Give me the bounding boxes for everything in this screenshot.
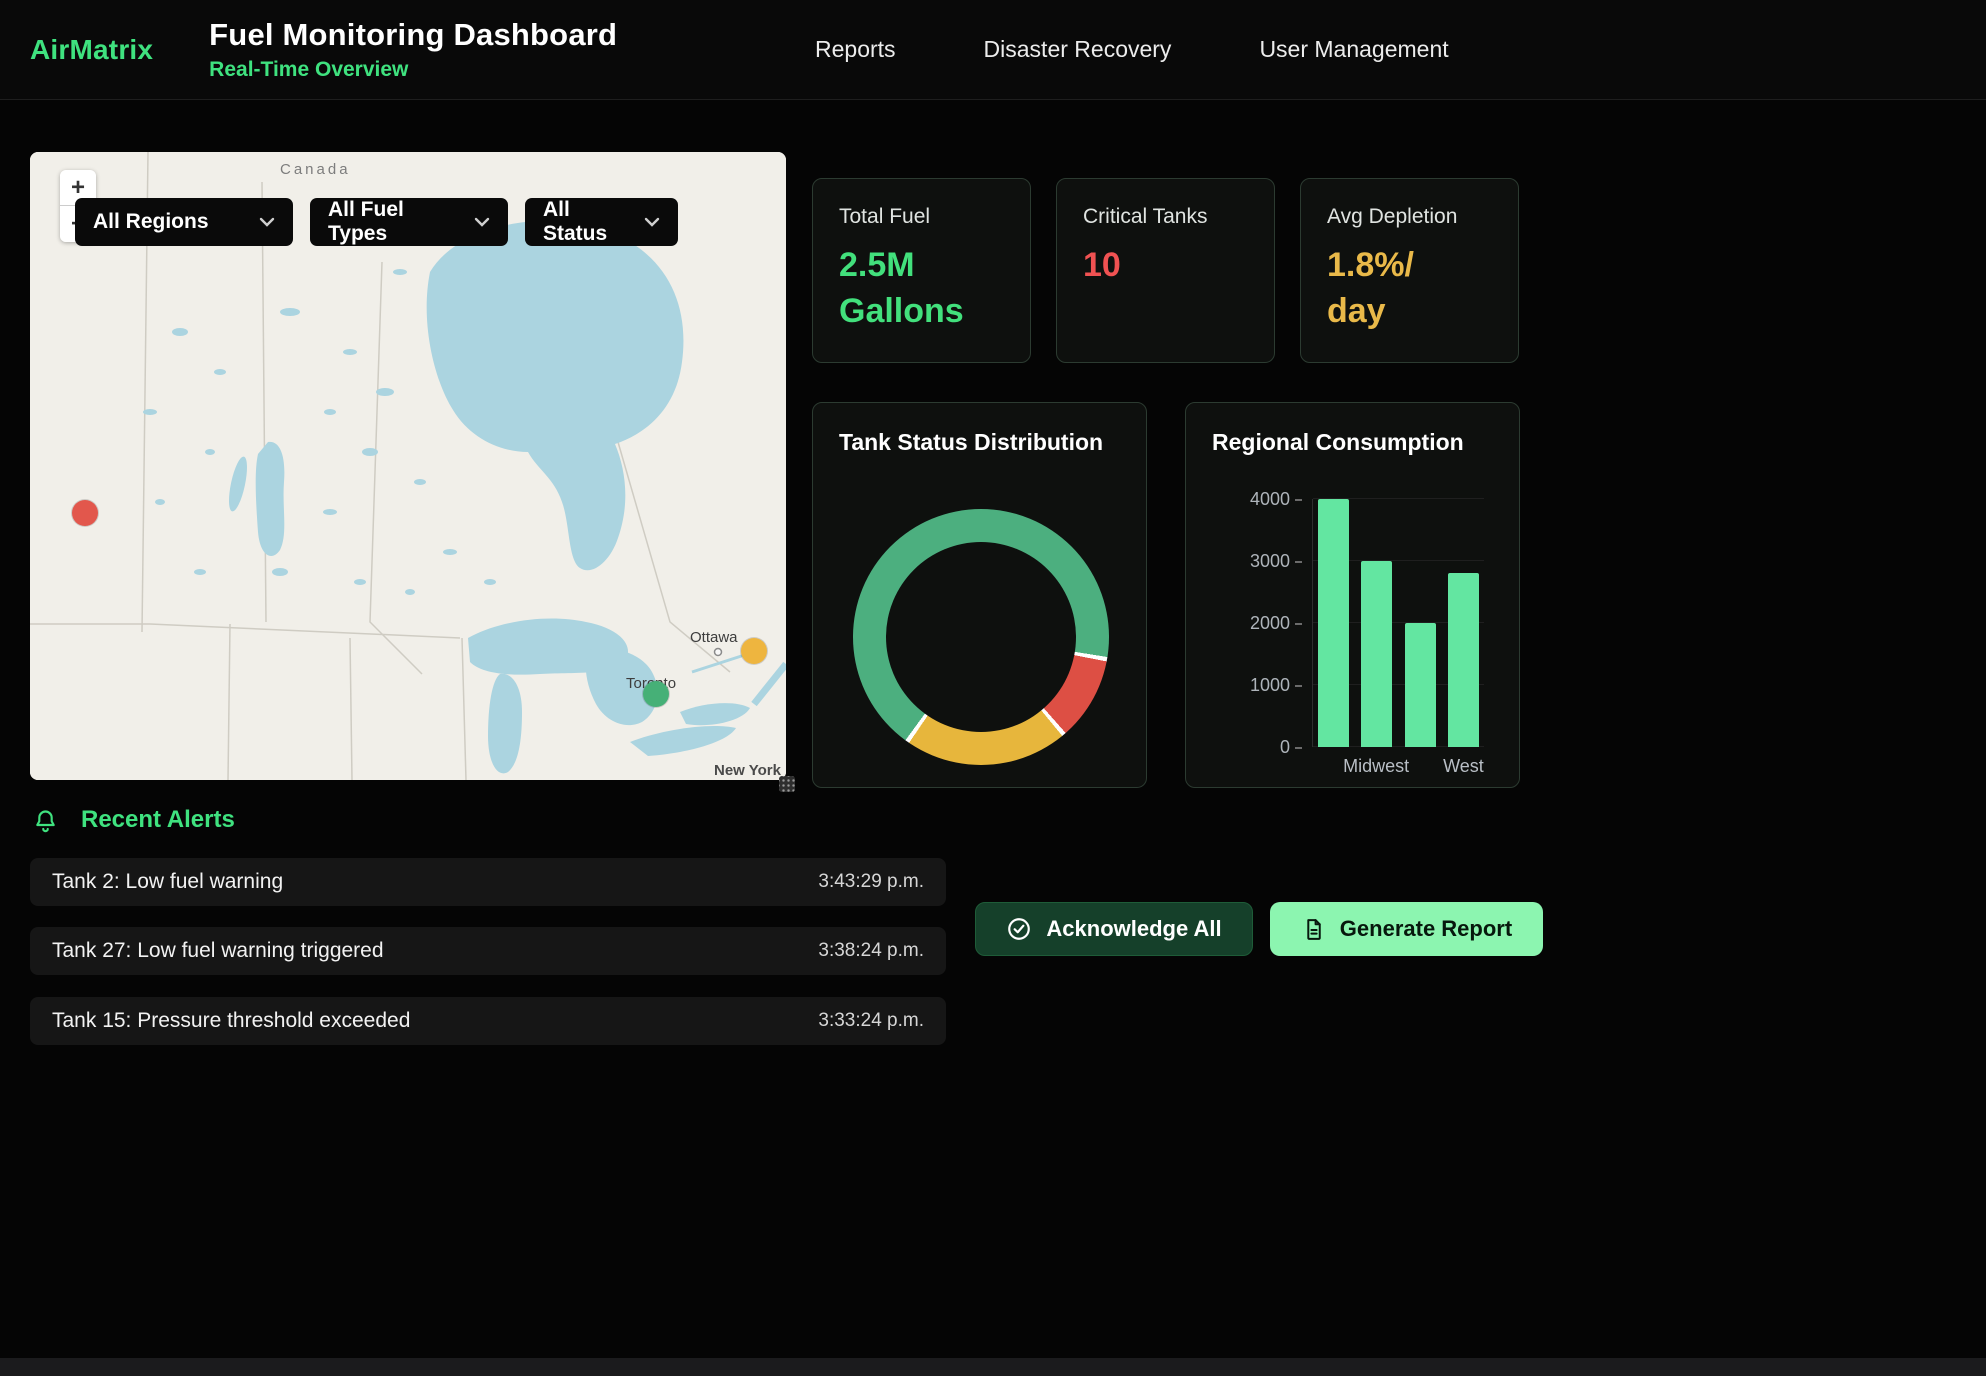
regional-consumption-card: Regional Consumption 01000200030004000 M… xyxy=(1185,402,1520,788)
chevron-down-icon xyxy=(259,217,275,227)
nav-disaster-recovery[interactable]: Disaster Recovery xyxy=(984,36,1172,63)
nav-user-management[interactable]: User Management xyxy=(1259,36,1448,63)
alerts-heading-label: Recent Alerts xyxy=(81,806,235,834)
page-subtitle: Real-Time Overview xyxy=(209,58,617,82)
stat-value-line: Gallons xyxy=(839,289,1004,335)
stat-card: Avg Depletion 1.8%/ day xyxy=(1300,178,1519,363)
y-tick-label: 3000 xyxy=(1250,552,1290,570)
check-circle-icon xyxy=(1006,916,1032,942)
bar-2 xyxy=(1361,561,1392,747)
acknowledge-all-button[interactable]: Acknowledge All xyxy=(975,902,1253,956)
brand-logo[interactable]: AirMatrix xyxy=(30,34,153,66)
x-axis-labels: Midwest West xyxy=(1312,756,1484,777)
fuel-type-filter-value: All Fuel Types xyxy=(328,198,460,246)
status-filter-value: All Status xyxy=(543,198,630,246)
region-filter-dropdown[interactable]: All Regions xyxy=(75,198,293,246)
main-nav: Reports Disaster Recovery User Managemen… xyxy=(815,0,1449,99)
alert-time: 3:38:24 p.m. xyxy=(818,940,924,962)
bell-icon xyxy=(32,807,59,834)
alerts-heading: Recent Alerts xyxy=(32,806,235,834)
y-tick-label: 0 xyxy=(1280,738,1290,756)
bar-4 xyxy=(1448,573,1479,747)
document-icon xyxy=(1301,917,1326,942)
stat-value-line: 10 xyxy=(1083,243,1248,289)
tank-status-donut xyxy=(853,509,1109,765)
app-header: AirMatrix Fuel Monitoring Dashboard Real… xyxy=(0,0,1986,100)
region-filter-value: All Regions xyxy=(93,210,209,234)
stat-card: Critical Tanks 10 xyxy=(1056,178,1275,363)
map-filter-bar: All Regions All Fuel Types All Status xyxy=(75,198,678,246)
map-markers xyxy=(30,152,786,780)
alert-message: Tank 15: Pressure threshold exceeded xyxy=(52,1009,410,1033)
stat-value-total-fuel: 2.5M Gallons xyxy=(839,243,1004,335)
fuel-monitoring-dashboard: AirMatrix Fuel Monitoring Dashboard Real… xyxy=(0,0,1986,1376)
generate-report-label: Generate Report xyxy=(1340,916,1512,942)
alert-row[interactable]: Tank 2: Low fuel warning 3:43:29 p.m. xyxy=(30,858,946,906)
x-category-label: Midwest xyxy=(1361,756,1392,777)
map-marker-critical[interactable] xyxy=(72,500,98,526)
alert-message: Tank 27: Low fuel warning triggered xyxy=(52,939,384,963)
stat-label-critical-tanks: Critical Tanks xyxy=(1083,205,1248,229)
map-marker-normal[interactable] xyxy=(643,681,669,707)
bar-1 xyxy=(1318,499,1349,747)
stat-label-avg-depletion: Avg Depletion xyxy=(1327,205,1492,229)
stat-value-line: day xyxy=(1327,289,1492,335)
generate-report-button[interactable]: Generate Report xyxy=(1270,902,1543,956)
map-marker-warning[interactable] xyxy=(741,638,767,664)
stat-value-avg-depletion: 1.8%/ day xyxy=(1327,243,1492,335)
alert-row[interactable]: Tank 27: Low fuel warning triggered 3:38… xyxy=(30,927,946,975)
y-tick-label: 4000 xyxy=(1250,490,1290,508)
acknowledge-all-label: Acknowledge All xyxy=(1046,916,1221,942)
y-axis: 01000200030004000 xyxy=(1226,499,1304,747)
alert-message: Tank 2: Low fuel warning xyxy=(52,870,283,894)
bar-3 xyxy=(1405,623,1436,747)
chevron-down-icon xyxy=(474,217,490,227)
chevron-down-icon xyxy=(644,217,660,227)
fuel-type-filter-dropdown[interactable]: All Fuel Types xyxy=(310,198,508,246)
title-block: Fuel Monitoring Dashboard Real-Time Over… xyxy=(209,17,617,82)
tank-status-title: Tank Status Distribution xyxy=(839,429,1120,456)
nav-reports[interactable]: Reports xyxy=(815,36,896,63)
alert-row[interactable]: Tank 15: Pressure threshold exceeded 3:3… xyxy=(30,997,946,1045)
regional-consumption-chart: 01000200030004000 MidwestWest xyxy=(1312,499,1484,747)
stat-value-line: 1.8%/ xyxy=(1327,243,1492,289)
bottom-bar xyxy=(0,1358,1986,1376)
bar-plot xyxy=(1312,499,1484,747)
resize-handle grip-icon[interactable] xyxy=(779,776,795,792)
x-category-label xyxy=(1404,756,1435,777)
donut-hole xyxy=(886,542,1076,732)
map-panel[interactable]: Canada Ottawa Toronto New York + − All R… xyxy=(30,152,786,780)
status-filter-dropdown[interactable]: All Status xyxy=(525,198,678,246)
y-tick-label: 2000 xyxy=(1250,614,1290,632)
x-category-label: West xyxy=(1448,756,1479,777)
page-title: Fuel Monitoring Dashboard xyxy=(209,17,617,53)
regional-consumption-title: Regional Consumption xyxy=(1212,429,1493,456)
stat-label-total-fuel: Total Fuel xyxy=(839,205,1004,229)
stat-card: Total Fuel 2.5M Gallons xyxy=(812,178,1031,363)
alert-time: 3:33:24 p.m. xyxy=(818,1010,924,1032)
tank-status-card: Tank Status Distribution xyxy=(812,402,1147,788)
y-tick-label: 1000 xyxy=(1250,676,1290,694)
stat-value-critical-tanks: 10 xyxy=(1083,243,1248,289)
stat-value-line: 2.5M xyxy=(839,243,1004,289)
alert-time: 3:43:29 p.m. xyxy=(818,871,924,893)
